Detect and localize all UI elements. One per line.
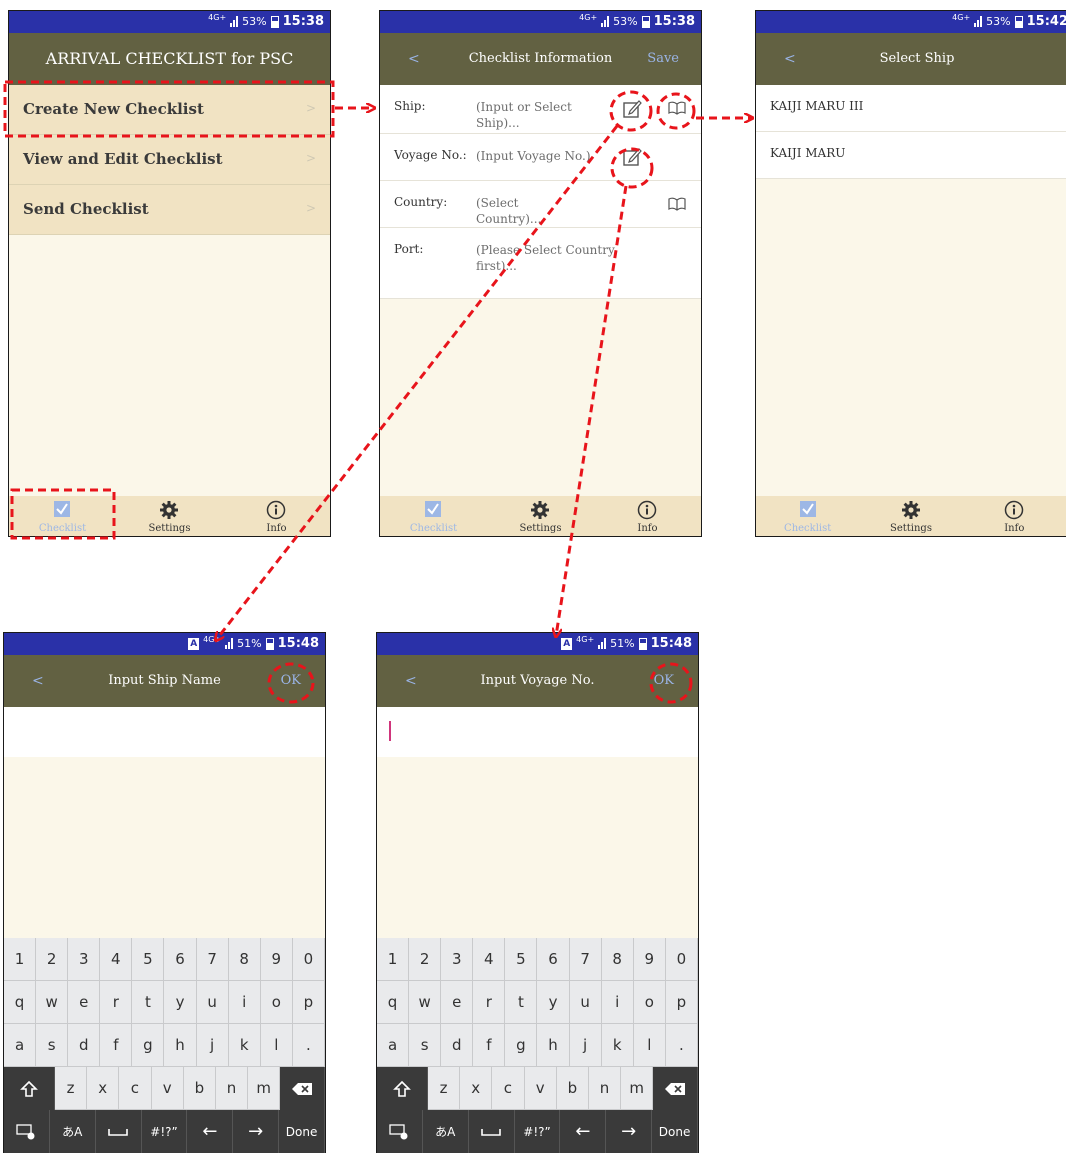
highlight-create-new-checklist <box>3 80 335 138</box>
highlight-ok-ship <box>267 662 315 704</box>
highlight-checklist-tab <box>10 488 116 540</box>
highlight-voyage-edit-icon <box>610 147 654 189</box>
highlight-ship-edit-icon <box>609 90 653 132</box>
arrow-ship-edit-to-input <box>216 125 619 640</box>
annotation-overlay <box>3 80 1066 704</box>
highlight-ok-voyage <box>649 662 693 704</box>
arrow-voyage-edit-to-input <box>556 185 628 636</box>
highlight-ship-book-icon <box>656 92 696 130</box>
